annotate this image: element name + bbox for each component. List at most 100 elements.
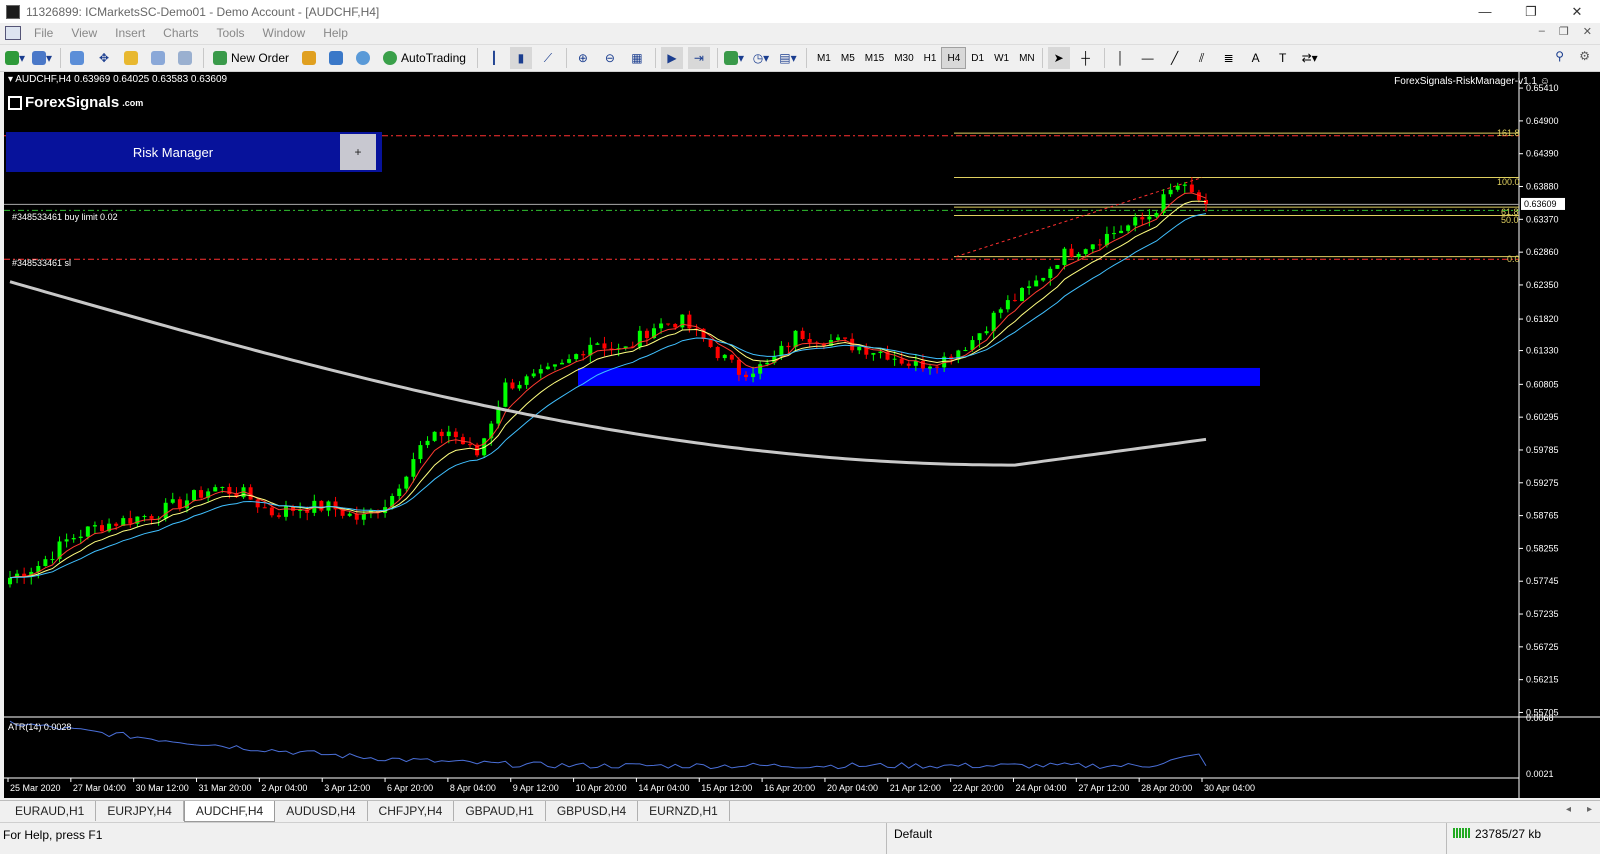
tab-scroll-left-icon[interactable]: ◂ — [1566, 804, 1571, 815]
candle-body — [411, 459, 416, 477]
text-tool-icon[interactable]: A — [1245, 47, 1267, 69]
buy-limit-order-label[interactable]: #348533461 buy limit 0.02 — [12, 212, 118, 222]
candle-body — [878, 351, 883, 354]
profiles-icon[interactable]: ▾ — [31, 47, 53, 69]
candle-body — [729, 354, 734, 360]
menu-view[interactable]: View — [62, 26, 106, 40]
chart-window[interactable]: 0.65410 0.64900 0.64390 0.63880 0.63370 0.628… — [4, 72, 1600, 798]
templates-icon[interactable]: ▤▾ — [777, 47, 799, 69]
candle-body — [163, 502, 168, 519]
minimize-icon[interactable]: — — [1462, 0, 1508, 23]
crosshair-icon[interactable]: ┼ — [1075, 47, 1097, 69]
equidistant-channel-icon[interactable]: ⫽ — [1191, 47, 1213, 69]
menu-window[interactable]: Window — [254, 26, 315, 40]
toolbar-separator — [716, 48, 718, 68]
fibonacci-icon[interactable]: ≣ — [1218, 47, 1240, 69]
status-profile[interactable]: Default — [886, 823, 1446, 854]
candlestick-chart-icon[interactable]: ▮ — [509, 47, 532, 69]
arrows-icon[interactable]: ⇄▾ — [1299, 47, 1321, 69]
tab-eurnzd-h1[interactable]: EURNZD,H1 — [638, 801, 730, 821]
mdi-minimize-icon[interactable]: – — [1539, 25, 1545, 38]
new-chart-icon[interactable]: ▾ — [4, 47, 26, 69]
zoom-in-icon[interactable]: ⊕ — [572, 47, 594, 69]
tab-gbpaud-h1[interactable]: GBPAUD,H1 — [454, 801, 546, 821]
y-tick-label: 0.56215 — [1526, 675, 1559, 685]
search-icon[interactable]: ⚲ — [1555, 49, 1564, 63]
autotrading-icon — [383, 51, 398, 65]
tab-scroll-right-icon[interactable]: ▸ — [1587, 804, 1592, 815]
menu-file[interactable]: File — [25, 26, 62, 40]
tile-windows-icon[interactable]: ▦ — [626, 47, 648, 69]
risk-manager-title[interactable]: Risk Manager — [6, 145, 340, 160]
timeframe-m15[interactable]: M15 — [860, 47, 889, 69]
vertical-line-icon[interactable]: │ — [1110, 47, 1132, 69]
candle-body — [1020, 288, 1024, 302]
timeframe-d1[interactable]: D1 — [966, 47, 989, 69]
y-tick-label: 0.57235 — [1526, 609, 1559, 619]
tab-eurjpy-h4[interactable]: EURJPY,H4 — [96, 801, 184, 821]
metaeditor-icon[interactable] — [298, 47, 320, 69]
bar-chart-icon[interactable]: ┃ — [483, 47, 505, 69]
y-tick-label: 0.61330 — [1526, 346, 1559, 356]
chart-document-icon[interactable] — [5, 26, 21, 40]
text-label-icon[interactable]: T — [1272, 47, 1294, 69]
line-chart-icon[interactable]: ⟋ — [537, 47, 559, 69]
data-window-icon[interactable]: ✥ — [93, 47, 115, 69]
tab-audchf-h4[interactable]: AUDCHF,H4 — [183, 801, 276, 822]
trendline-icon[interactable]: ╱ — [1164, 47, 1186, 69]
menu-tools[interactable]: Tools — [208, 26, 254, 40]
candle-body — [85, 526, 90, 537]
ema-mid-line — [9, 200, 1207, 579]
community-icon[interactable]: ⚙ — [1579, 49, 1590, 63]
horizontal-line-icon[interactable]: — — [1137, 47, 1159, 69]
autotrading-button[interactable]: AutoTrading — [379, 47, 470, 69]
signals-icon[interactable] — [325, 47, 347, 69]
menu-charts[interactable]: Charts — [154, 26, 207, 40]
candle-body — [673, 323, 678, 328]
candle-body — [991, 312, 996, 332]
mdi-restore-icon[interactable]: ❐ — [1559, 25, 1569, 38]
candle-body — [128, 518, 133, 524]
risk-manager-panel[interactable]: Risk Manager + — [6, 132, 382, 172]
mdi-close-icon[interactable]: ✕ — [1583, 25, 1592, 38]
auto-scroll-icon[interactable]: ▶ — [660, 47, 683, 69]
candle-body — [574, 354, 579, 360]
timeframe-m1[interactable]: M1 — [812, 47, 836, 69]
candle-body — [1069, 248, 1074, 257]
candle-body — [432, 431, 437, 441]
close-icon[interactable]: ✕ — [1554, 0, 1600, 23]
stop-loss-label[interactable]: #348533461 sl — [12, 258, 71, 268]
restore-icon[interactable]: ❐ — [1508, 0, 1554, 23]
indicators-icon[interactable]: ▾ — [723, 47, 745, 69]
timeframe-w1[interactable]: W1 — [989, 47, 1014, 69]
expert-advisor-label[interactable]: ForexSignals-RiskManager-v1.1 ☺ — [1394, 76, 1550, 87]
vps-icon[interactable] — [352, 47, 374, 69]
timeframe-m5[interactable]: M5 — [836, 47, 860, 69]
periods-icon[interactable]: ◷▾ — [750, 47, 772, 69]
new-order-button[interactable]: New Order — [209, 47, 293, 69]
timeframe-mn[interactable]: MN — [1014, 47, 1040, 69]
cursor-icon[interactable]: ➤ — [1047, 47, 1070, 69]
timeframe-h1[interactable]: H1 — [919, 47, 942, 69]
zoom-out-icon[interactable]: ⊖ — [599, 47, 621, 69]
navigator-icon[interactable] — [120, 47, 142, 69]
tab-euraud-h1[interactable]: EURAUD,H1 — [4, 801, 97, 821]
menu-insert[interactable]: Insert — [106, 26, 154, 40]
toolbar-separator — [203, 48, 204, 68]
tab-gbpusd-h4[interactable]: GBPUSD,H4 — [546, 801, 639, 821]
candle-body — [149, 516, 154, 519]
timeframe-h4[interactable]: H4 — [941, 47, 967, 69]
tab-audusd-h4[interactable]: AUDUSD,H4 — [275, 801, 368, 821]
tab-chfjpy-h4[interactable]: CHFJPY,H4 — [368, 801, 455, 821]
candle-body — [928, 366, 932, 369]
risk-manager-expand-button[interactable]: + — [340, 134, 376, 170]
strategy-tester-icon[interactable] — [174, 47, 196, 69]
timeframe-m30[interactable]: M30 — [889, 47, 918, 69]
market-watch-icon[interactable] — [66, 47, 88, 69]
candle-body — [1027, 286, 1032, 289]
terminal-icon[interactable] — [147, 47, 169, 69]
menu-help[interactable]: Help — [314, 26, 357, 40]
chart-shift-icon[interactable]: ⇥ — [687, 47, 710, 69]
price-chart[interactable]: 0.654100.649000.643900.638800.633700.628… — [4, 72, 1600, 798]
status-traffic[interactable]: 23785/27 kb — [1446, 823, 1541, 854]
